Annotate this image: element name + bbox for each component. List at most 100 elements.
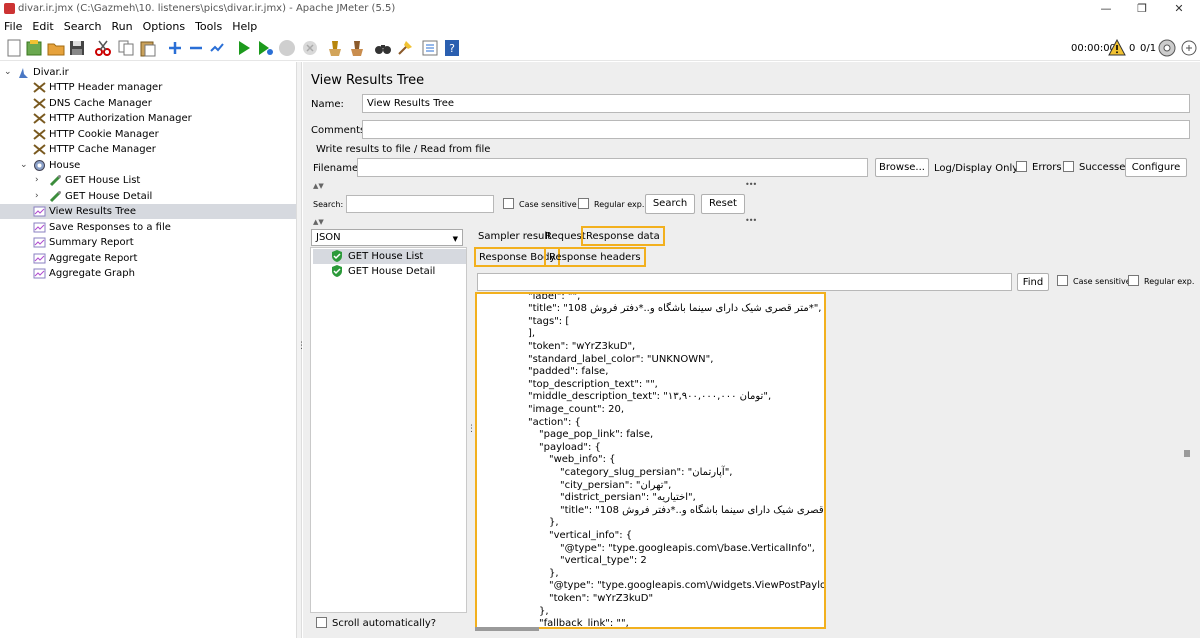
collapse-arrow-icon[interactable]: ⌄ [4,65,12,80]
regular-exp-checkbox[interactable] [578,198,589,209]
json-line: "city_persian": "تهران", [560,480,672,491]
toggle-icon[interactable] [208,39,226,57]
collapse-split-arrows-icon[interactable]: ▲▼ [313,218,324,226]
horizontal-grip-icon[interactable]: ••• [745,216,757,225]
tree-item-aggregate-graph[interactable]: Aggregate Graph [0,266,296,281]
menu-search[interactable]: Search [60,18,102,35]
reset-search-icon[interactable] [396,39,414,57]
menu-edit[interactable]: Edit [28,18,53,35]
browse-button[interactable]: Browse... [875,158,929,177]
tree-item-summary-report[interactable]: Summary Report [0,235,296,250]
tab-response-headers[interactable]: Response headers [544,247,646,267]
new-icon[interactable] [5,39,23,57]
clear-all-icon[interactable] [348,39,366,57]
search-icon[interactable] [374,39,392,57]
horizontal-grip-icon[interactable]: ••• [745,180,757,189]
successes-checkbox[interactable] [1063,161,1074,172]
function-helper-icon[interactable] [421,39,439,57]
sampler-pipette-icon [49,190,62,203]
tree-item-get-house-detail[interactable]: › GET House Detail [0,189,296,204]
templates-icon[interactable] [25,39,43,57]
start-icon[interactable] [235,39,253,57]
minimize-button[interactable]: — [1099,2,1113,15]
tree-item-save-responses[interactable]: Save Responses to a file [0,220,296,235]
tree-item-aggregate-report[interactable]: Aggregate Report [0,251,296,266]
name-label: Name: [311,99,344,110]
collapse-arrow-icon[interactable]: ⌄ [20,158,28,173]
copy-icon[interactable] [117,39,135,57]
tree-item-http-header-manager[interactable]: HTTP Header manager [0,80,296,95]
menu-bar: File Edit Search Run Options Tools Help [0,18,1200,35]
expand-icon[interactable] [166,39,184,57]
json-line: "tags": [ [528,316,570,327]
collapse-icon[interactable] [187,39,205,57]
json-line: "@type": "type.googleapis.com\/widgets.V… [549,580,826,591]
close-button[interactable]: ✕ [1172,2,1186,15]
json-line: "payload": { [539,442,601,453]
renderer-select[interactable]: JSON ▼ [311,229,463,246]
success-shield-icon [331,250,343,262]
search-input[interactable] [346,195,494,213]
open-icon[interactable] [47,39,65,57]
help-icon[interactable]: ? [443,39,461,57]
menu-help[interactable]: Help [228,18,257,35]
json-line: "standard_label_color": "UNKNOWN", [528,354,714,365]
find-input[interactable] [477,273,1012,291]
expand-arrow-icon[interactable]: › [35,173,39,188]
paste-icon[interactable] [139,39,157,57]
tree-item-http-authorization-manager[interactable]: HTTP Authorization Manager [0,111,296,126]
tab-response-data[interactable]: Response data [581,226,665,246]
json-line: "image_count": 20, [528,404,625,415]
tree-item-http-cookie-manager[interactable]: HTTP Cookie Manager [0,127,296,142]
stop-icon[interactable] [278,39,296,57]
response-body-viewer[interactable]: "label": "", "title": "متر قصری شیک دارا… [475,292,826,629]
menu-options[interactable]: Options [139,18,185,35]
cut-icon[interactable] [94,39,112,57]
filename-input[interactable] [357,158,868,177]
svg-text:?: ? [449,42,455,55]
json-line: }, [549,568,559,579]
name-input[interactable]: View Results Tree [362,94,1190,113]
json-line: "label": "", [528,292,581,302]
warning-icon[interactable] [1108,39,1126,57]
listener-chart-icon [33,252,46,265]
listener-chart-icon [33,236,46,249]
save-icon[interactable] [68,39,86,57]
menu-tools[interactable]: Tools [191,18,222,35]
configure-button[interactable]: Configure [1125,158,1187,177]
find-button[interactable]: Find [1017,273,1049,291]
tree-item-dns-cache-manager[interactable]: DNS Cache Manager [0,96,296,111]
json-line: }, [539,606,549,617]
tree-item-get-house-list[interactable]: › GET House List [0,173,296,188]
find-case-sensitive-checkbox[interactable] [1057,275,1068,286]
json-line: "token": "wYrZ3kuD" [549,593,654,604]
result-item-get-house-detail[interactable]: GET House Detail [313,264,466,279]
tree-item-view-results-tree[interactable]: View Results Tree [0,204,296,219]
expand-arrow-icon[interactable]: › [35,189,39,204]
maximize-button[interactable]: ❐ [1135,2,1149,15]
shutdown-icon[interactable] [301,39,319,57]
clear-icon[interactable] [326,39,344,57]
comments-input[interactable] [362,120,1190,139]
start-no-pauses-icon[interactable] [256,39,274,57]
menu-file[interactable]: File [0,18,22,35]
json-line: "title": "متر قصری شیک دارای سینما باشگا… [528,303,822,314]
scroll-automatically-checkbox[interactable] [316,617,327,628]
log-viewer-icon[interactable] [1180,39,1198,57]
case-sensitive-checkbox[interactable] [503,198,514,209]
result-item-get-house-list[interactable]: GET House List [313,249,466,264]
collapse-split-arrows-icon[interactable]: ▲▼ [313,182,324,190]
horizontal-scrollbar[interactable] [475,627,539,631]
toolbar: ? 00:00:00 0 0/1 [0,35,1200,61]
log-display-label: Log/Display Only: [934,163,1021,174]
json-line: "action": { [528,417,581,428]
tree-item-house[interactable]: ⌄ House [0,158,296,173]
reset-button[interactable]: Reset [701,194,745,214]
tree-item-http-cache-manager[interactable]: HTTP Cache Manager [0,142,296,157]
tree-item-divar[interactable]: ⌄ Divar.ir [0,65,296,80]
find-regular-exp-checkbox[interactable] [1128,275,1139,286]
vertical-scrollbar[interactable] [1184,450,1190,457]
search-button[interactable]: Search [645,194,695,214]
errors-checkbox[interactable] [1016,161,1027,172]
menu-run[interactable]: Run [108,18,133,35]
